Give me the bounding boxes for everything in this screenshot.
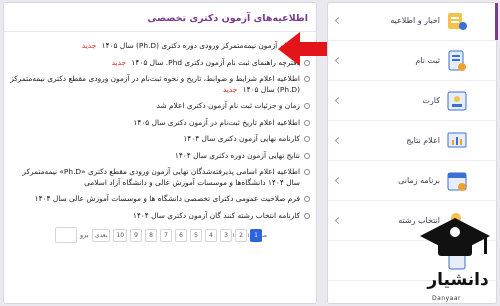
sidebar-item-register[interactable]: ثبت نام [328,43,498,81]
news-text[interactable]: دفترچه راهنمای ثبت نام آزمون دکتری Phd. … [131,58,300,67]
news-text[interactable]: زمان و جزئیات ثبت نام آزمون دکتری اعلام … [157,101,300,110]
sidebar-item-schedule[interactable]: برنامه زمانی [328,163,498,201]
news-text[interactable]: فرم صلاحیت عمومی دکترای تخصصی دانشگاه ها… [35,194,300,203]
megaphone-icon [448,13,467,30]
sidebar-item-label: کارت [422,96,440,105]
danyaar-logo-icon [420,218,490,256]
register-form-icon [448,50,466,71]
goto-label: برو [80,231,89,239]
divider [4,31,316,32]
page-button-1[interactable]: 1 [250,229,263,242]
page-button-2[interactable]: 2 [235,229,248,242]
news-item[interactable]: کارنامه نهایی آزمون دکتری سال ۱۴۰۴ [10,134,310,145]
pagination: 1 2 3 4 5 6 7 8 9 10 بعدی [92,229,263,243]
news-item[interactable]: اطلاعیه اعلام شرایط و ضوابط، تاریخ و نحو… [10,74,310,95]
chevron-left-icon [334,216,343,225]
news-item[interactable]: ثبت‌نام آزمون نیمه‌متمرکز ورودی دوره دکت… [10,41,310,52]
bullet-icon [304,212,310,219]
chevron-left-icon [334,96,343,105]
bullet-icon [304,152,310,159]
logo-name: دانشیار [427,270,489,290]
bullet-icon [304,136,310,142]
sidebar-item-results[interactable]: اعلام نتایج [328,123,498,161]
news-item[interactable]: زمان و جزئیات ثبت نام آزمون دکتری اعلام … [10,101,310,112]
calendar-icon [447,172,467,191]
bullet-icon [304,196,310,202]
page-button-10[interactable]: 10 [113,229,128,242]
news-text[interactable]: کارنامه نهایی آزمون دکتری سال ۱۴۰۴ [183,134,300,143]
news-text[interactable]: اطلاعیه اعلام تاریخ ثبت‌نام در آزمون دکت… [133,118,300,127]
news-text[interactable]: اطلاعیه اعلام شرایط و ضوابط، تاریخ و نحو… [10,74,300,94]
id-card-icon [447,91,467,111]
news-item[interactable]: نتایج نهایی آزمون دوره دکتری سال ۱۴۰۴ [10,151,310,162]
chevron-left-icon [334,56,343,65]
news-text[interactable]: اطلاعیه اعلام اسامی پذیرفته‌شدگان نهایی … [22,167,300,187]
news-list: ثبت‌نام آزمون نیمه‌متمرکز ورودی دوره دکت… [10,41,310,227]
page-button-5[interactable]: 5 [190,229,203,242]
panel-title: اطلاعیه‌های آزمون دکتری تخصصی [147,13,308,24]
bullet-icon [304,169,310,175]
bullet-icon [304,119,310,126]
sidebar-item-label: اخبار و اطلاعیه [390,16,440,25]
page-button-7[interactable]: 7 [160,229,173,242]
news-text[interactable]: کارنامه انتخاب رشته کنند گان آزمون دکتری… [133,211,300,220]
new-badge: جدید [111,57,127,67]
chevron-left-icon [334,16,343,25]
sidebar-item-label: اعلام نتایج [406,136,440,145]
logo-subtitle: Danyaar [432,295,461,302]
sidebar-item-label: ثبت نام [415,56,440,65]
news-text[interactable]: ثبت‌نام آزمون نیمه‌متمرکز ورودی دوره دکت… [102,41,300,50]
sidebar-item-card[interactable]: کارت [328,83,498,121]
bullet-icon [304,76,310,82]
bullet-icon [304,103,310,109]
news-item[interactable]: فرم صلاحیت عمومی دکترای تخصصی دانشگاه ها… [10,194,310,205]
sidebar-item-news[interactable]: اخبار و اطلاعیه [328,3,498,41]
page-button-9[interactable]: 9 [130,229,143,242]
page-button-4[interactable]: 4 [205,229,218,242]
sidebar-item-label: برنامه زمانی [398,176,440,185]
active-indicator [495,3,498,40]
page-button-6[interactable]: 6 [175,229,188,242]
new-badge: جدید [81,41,97,50]
chevron-left-icon [334,136,343,145]
chevron-left-icon [334,176,343,185]
news-item[interactable]: دفترچه راهنمای ثبت نام آزمون دکتری Phd. … [10,58,310,69]
next-page-button[interactable]: بعدی [92,229,111,242]
results-board-icon [447,132,467,148]
news-item[interactable]: اطلاعیه اعلام تاریخ ثبت‌نام در آزمون دکت… [10,118,310,129]
news-item[interactable]: اطلاعیه اعلام اسامی پذیرفته‌شدگان نهایی … [10,167,310,188]
new-badge: جدید [222,84,238,94]
news-text[interactable]: نتایج نهایی آزمون دوره دکتری سال ۱۴۰۴ [175,151,300,160]
announcements-panel: اطلاعیه‌های آزمون دکتری تخصصی ثبت‌نام آز… [3,2,317,304]
page-button-8[interactable]: 8 [145,229,158,242]
goto-page-input[interactable] [55,227,77,243]
news-item[interactable]: کارنامه انتخاب رشته کنند گان آزمون دکتری… [10,211,310,222]
page-button-3[interactable]: 3 [220,229,233,242]
